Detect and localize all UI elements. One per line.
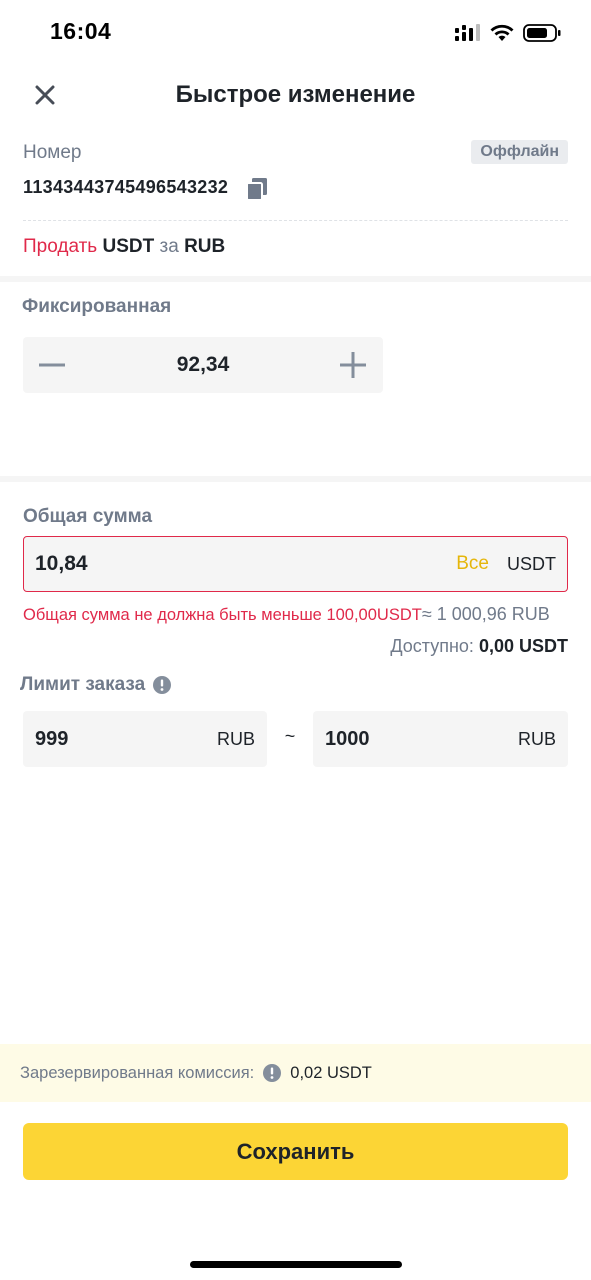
increase-price-button[interactable] [333,345,373,385]
order-number: 11343443745496543232 [23,177,229,197]
order-number-label: Номер [23,142,82,163]
reserved-fee-value: 0,02 USDT [290,1063,372,1082]
status-icons [455,20,561,46]
limit-max-input[interactable]: 1000 RUB [313,711,568,767]
copy-button[interactable] [246,177,268,201]
total-error-message: Общая сумма не должна быть меньше 100,00… [23,604,550,625]
total-amount-input[interactable]: 10,84 Все USDT [23,536,568,592]
minus-icon [39,363,65,367]
limit-max-value[interactable]: 1000 [325,711,370,767]
reserved-fee-bar: Зарезервированная комиссия: 0,02 USDT [0,1044,591,1102]
available-label: Доступно: [390,636,474,656]
error-equivalent: ≈ 1 000,96 RUB [421,604,550,624]
status-time: 16:04 [50,18,112,44]
price-value[interactable]: 92,34 [83,337,323,393]
page-title: Быстрое изменение [175,81,416,108]
limit-min-input[interactable]: 999 RUB [23,711,267,767]
section-divider [0,276,591,282]
info-icon[interactable] [263,1064,282,1082]
status-badge: Оффлайн [471,140,568,164]
trade-side: Продать [23,236,98,257]
limit-min-unit: RUB [216,729,255,749]
total-amount-value[interactable]: 10,84 [35,537,88,591]
all-button[interactable]: Все [456,537,489,591]
error-text: Общая сумма не должна быть меньше 100,00… [23,606,422,624]
trade-connector: за [159,236,179,257]
trade-summary: Продать USDT за RUB [23,236,225,258]
limit-separator: ~ [284,726,296,746]
limit-min-value[interactable]: 999 [35,711,68,767]
total-amount-unit: USDT [507,554,556,574]
price-stepper: 92,34 [23,337,383,393]
total-amount-label: Общая сумма [23,506,153,527]
decrease-price-button[interactable] [33,345,73,385]
order-limit-label: Лимит заказа [20,674,146,695]
dashed-divider [23,220,568,221]
limit-max-unit: RUB [517,729,556,749]
available-value: 0,00 USDT [478,636,568,656]
trade-asset: USDT [102,236,155,257]
order-limit-label-row: Лимит заказа [20,674,172,696]
save-button[interactable]: Сохранить [23,1123,568,1180]
section-divider [0,476,591,482]
wifi-icon [490,24,514,41]
home-indicator [190,1261,402,1268]
cellular-icon [455,24,480,41]
info-icon[interactable] [153,676,172,694]
battery-icon [523,24,561,42]
reserved-fee-label: Зарезервированная комиссия: [20,1063,255,1082]
copy-icon [246,178,267,201]
available-balance: Доступно: 0,00 USDT [390,636,568,657]
plus-icon [340,352,366,378]
trade-fiat: RUB [184,236,226,257]
price-type-label: Фиксированная [22,296,172,317]
